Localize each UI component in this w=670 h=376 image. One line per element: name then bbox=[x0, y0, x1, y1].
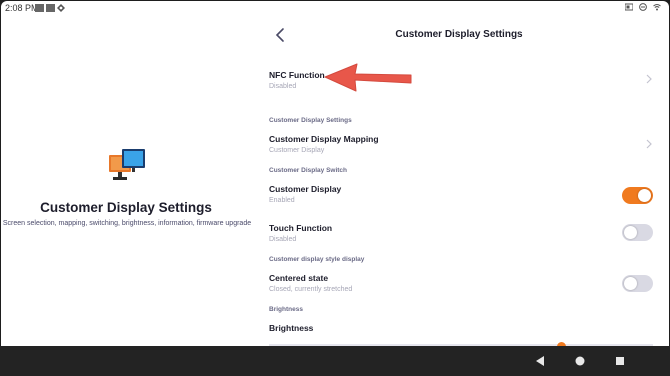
row-subtitle: Disabled bbox=[269, 83, 297, 90]
settings-icon bbox=[57, 4, 65, 12]
row-title: Centered state bbox=[269, 273, 329, 283]
nav-recents-icon[interactable] bbox=[613, 354, 627, 368]
row-subtitle: Closed, currently stretched bbox=[269, 286, 353, 293]
customer-display-icon bbox=[109, 149, 145, 180]
touch-function-toggle[interactable] bbox=[622, 224, 653, 241]
left-info-panel: Customer Display Settings Screen selecti… bbox=[1, 15, 251, 346]
left-panel-subtitle: Screen selection, mapping, switching, br… bbox=[2, 220, 252, 227]
section-header: Customer Display Settings bbox=[269, 117, 352, 124]
section-header: Brightness bbox=[269, 306, 303, 313]
nav-back-icon[interactable] bbox=[533, 354, 547, 368]
section-header: Customer display style display bbox=[269, 256, 365, 263]
notification-icon bbox=[35, 4, 44, 12]
chevron-right-icon bbox=[646, 139, 652, 149]
brightness-title: Brightness bbox=[269, 323, 314, 333]
nav-home-icon[interactable] bbox=[573, 354, 587, 368]
settings-panel: Customer Display Settings NFC Function D… bbox=[253, 15, 669, 346]
system-nav-bar bbox=[0, 346, 670, 376]
status-time: 2:08 PM bbox=[5, 3, 39, 13]
row-subtitle: Customer Display bbox=[269, 147, 325, 154]
wifi-icon bbox=[653, 4, 661, 11]
do-not-disturb-icon bbox=[639, 3, 647, 11]
customer-display-toggle[interactable] bbox=[622, 187, 653, 204]
status-bar: 2:08 PM bbox=[1, 1, 669, 15]
row-title: Touch Function bbox=[269, 223, 333, 233]
battery-saver-icon bbox=[625, 3, 633, 11]
row-title: Customer Display Mapping bbox=[269, 134, 379, 144]
left-panel-title: Customer Display Settings bbox=[40, 200, 212, 215]
row-title: Customer Display bbox=[269, 184, 342, 194]
row-subtitle: Disabled bbox=[269, 236, 297, 243]
app-screen: 2:08 PM Customer Display Settings Screen… bbox=[1, 1, 669, 346]
page-title: Customer Display Settings bbox=[395, 29, 523, 40]
chevron-right-icon bbox=[646, 74, 652, 84]
notification-icon bbox=[46, 4, 55, 12]
row-subtitle: Enabled bbox=[269, 197, 295, 204]
row-title: NFC Function bbox=[269, 70, 325, 80]
section-header: Customer Display Switch bbox=[269, 167, 348, 174]
centered-state-toggle[interactable] bbox=[622, 275, 653, 292]
annotation-arrow-icon bbox=[324, 63, 412, 92]
back-arrow-icon[interactable] bbox=[273, 27, 287, 43]
